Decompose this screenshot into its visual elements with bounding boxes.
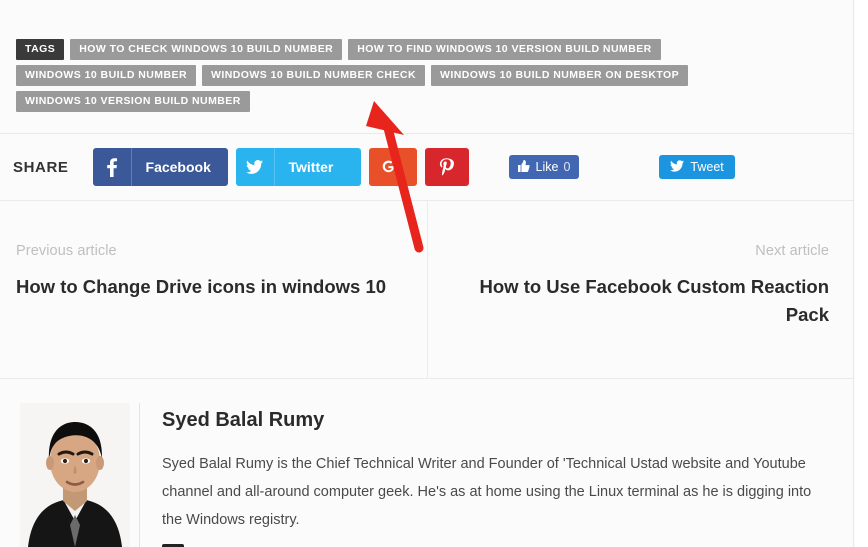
author-box: Syed Balal Rumy Syed Balal Rumy is the C… bbox=[0, 379, 853, 547]
previous-article-title[interactable]: How to Change Drive icons in windows 10 bbox=[16, 273, 401, 301]
twitter-bird-icon bbox=[670, 159, 685, 175]
twitter-icon bbox=[236, 148, 275, 186]
next-article-kicker: Next article bbox=[755, 243, 829, 259]
author-name[interactable]: Syed Balal Rumy bbox=[162, 409, 823, 432]
tags-label: TAGS bbox=[16, 39, 65, 60]
avatar bbox=[20, 403, 130, 547]
previous-article: Previous article How to Change Drive ico… bbox=[0, 201, 427, 378]
pinterest-icon bbox=[425, 148, 469, 186]
tags-row-1: TAGS HOW TO CHECK WINDOWS 10 BUILD NUMBER… bbox=[16, 39, 837, 65]
previous-article-kicker: Previous article bbox=[16, 243, 117, 259]
tag-pill[interactable]: WINDOWS 10 BUILD NUMBER bbox=[16, 65, 197, 86]
share-facebook-label: Facebook bbox=[145, 159, 211, 175]
post-navigation: Previous article How to Change Drive ico… bbox=[0, 201, 853, 378]
thumbs-up-icon bbox=[517, 159, 530, 175]
article-footer-page: TAGS HOW TO CHECK WINDOWS 10 BUILD NUMBER… bbox=[0, 0, 868, 547]
tag-pill[interactable]: WINDOWS 10 VERSION BUILD NUMBER bbox=[16, 91, 250, 112]
tags-row-2: WINDOWS 10 BUILD NUMBER WINDOWS 10 BUILD … bbox=[16, 65, 837, 91]
share-pinterest-button[interactable] bbox=[424, 148, 469, 186]
facebook-like-count: 0 bbox=[563, 160, 571, 174]
author-avatar-wrap bbox=[20, 403, 140, 547]
share-label: SHARE bbox=[13, 158, 69, 176]
google-plus-icon bbox=[369, 148, 417, 186]
facebook-like-button[interactable]: Like 0 bbox=[508, 155, 580, 179]
share-twitter-button[interactable]: Twitter bbox=[235, 148, 361, 186]
tweet-label: Tweet bbox=[690, 160, 724, 174]
tweet-button[interactable]: Tweet bbox=[659, 155, 735, 179]
tag-pill[interactable]: WINDOWS 10 BUILD NUMBER CHECK bbox=[202, 65, 425, 86]
share-section: SHARE Facebook Twitter Like 0 Tweet bbox=[0, 134, 853, 200]
share-twitter-label: Twitter bbox=[288, 159, 334, 175]
next-article-title[interactable]: How to Use Facebook Custom Reaction Pack bbox=[454, 273, 830, 329]
tags-row-3: WINDOWS 10 VERSION BUILD NUMBER bbox=[16, 91, 837, 117]
next-article: Next article How to Use Facebook Custom … bbox=[426, 201, 854, 378]
share-googleplus-button[interactable] bbox=[368, 148, 417, 186]
facebook-like-label: Like bbox=[535, 160, 559, 174]
tag-pill[interactable]: WINDOWS 10 BUILD NUMBER ON DESKTOP bbox=[430, 65, 689, 86]
author-details: Syed Balal Rumy Syed Balal Rumy is the C… bbox=[140, 403, 853, 547]
tags-section: TAGS HOW TO CHECK WINDOWS 10 BUILD NUMBER… bbox=[0, 0, 853, 131]
tag-pill[interactable]: HOW TO CHECK WINDOWS 10 BUILD NUMBER bbox=[70, 39, 343, 60]
right-gutter bbox=[855, 0, 868, 547]
tag-pill[interactable]: HOW TO FIND WINDOWS 10 VERSION BUILD NUM… bbox=[348, 39, 661, 60]
author-bio: Syed Balal Rumy is the Chief Technical W… bbox=[162, 456, 812, 528]
share-facebook-button[interactable]: Facebook bbox=[92, 148, 228, 186]
facebook-icon bbox=[93, 148, 132, 186]
